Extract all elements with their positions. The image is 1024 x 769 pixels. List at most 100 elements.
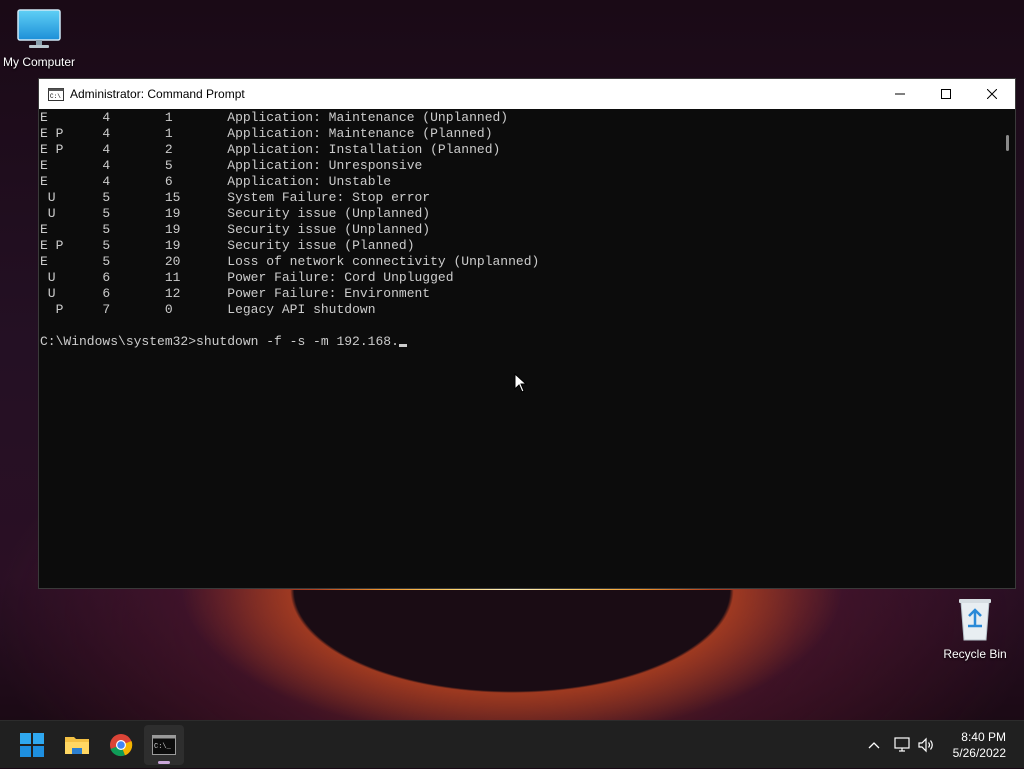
reason-minor: 1 (164, 110, 228, 125)
close-icon (987, 89, 997, 99)
reason-major: 4 (102, 110, 165, 125)
minimize-button[interactable] (877, 79, 923, 109)
command-prompt-taskbar-button[interactable]: C:\_ (144, 725, 184, 765)
reason-minor: 6 (164, 174, 228, 189)
command-prompt-window[interactable]: C:\ Administrator: Command Prompt E 4 1 … (38, 78, 1016, 589)
console-line: E P 4 2 Application: Installation (Plann… (40, 142, 999, 158)
network-icon (894, 737, 910, 752)
reason-title: Application: Maintenance (Planned) (227, 126, 493, 141)
reason-major: 6 (102, 270, 165, 285)
console-line: E 4 6 Application: Unstable (40, 174, 999, 190)
reason-flags: E P (40, 142, 103, 157)
console-line: U 6 11 Power Failure: Cord Unplugged (40, 270, 999, 286)
reason-title: Legacy API shutdown (227, 302, 376, 317)
volume-button[interactable] (914, 721, 938, 769)
console-line: U 6 12 Power Failure: Environment (40, 286, 999, 302)
reason-major: 4 (102, 126, 165, 141)
reason-major: 4 (102, 158, 165, 173)
folder-icon (65, 737, 89, 754)
reason-title: Power Failure: Cord Unplugged (227, 270, 454, 285)
command-input[interactable]: shutdown -f -s -m 192.168. (196, 334, 399, 349)
volume-icon (918, 737, 933, 753)
reason-flags: E P (40, 238, 103, 253)
reason-minor: 19 (164, 222, 228, 237)
recycle-bin-label: Recycle Bin (943, 647, 1007, 661)
reason-major: 4 (102, 174, 165, 189)
svg-text:C:\_: C:\_ (154, 743, 172, 751)
reason-flags: E (40, 174, 103, 189)
chrome-button[interactable] (101, 725, 141, 765)
clock-time: 8:40 PM (961, 730, 1006, 744)
vertical-scrollbar[interactable] (999, 109, 1015, 588)
clock-date: 5/26/2022 (952, 746, 1006, 760)
console-line: E 5 20 Loss of network connectivity (Unp… (40, 254, 999, 270)
start-button[interactable] (12, 725, 52, 765)
reason-flags: E (40, 222, 103, 237)
reason-major: 5 (102, 238, 165, 253)
chrome-icon (110, 734, 133, 757)
monitor-icon (17, 9, 61, 48)
console-output[interactable]: E 4 1 Application: Maintenance (Unplanne… (39, 109, 999, 588)
windows-start-icon (20, 733, 44, 757)
reason-title: Security issue (Unplanned) (227, 206, 431, 221)
console-line: U 5 19 Security issue (Unplanned) (40, 206, 999, 222)
my-computer-shortcut[interactable]: My Computer (0, 8, 79, 69)
svg-text:C:\: C:\ (50, 93, 61, 100)
show-hidden-icons-button[interactable] (862, 721, 886, 769)
reason-major: 6 (102, 286, 165, 301)
reason-flags: E (40, 110, 103, 125)
reason-minor: 1 (164, 126, 228, 141)
reason-minor: 15 (164, 190, 228, 205)
prompt-path: C:\Windows\system32> (40, 334, 197, 349)
recycle-bin-icon (959, 599, 991, 641)
reason-flags: U (40, 206, 103, 221)
reason-minor: 0 (164, 302, 228, 317)
reason-minor: 20 (164, 254, 228, 269)
active-app-indicator (158, 761, 170, 764)
reason-minor: 19 (164, 206, 228, 221)
reason-flags: E P (40, 126, 103, 141)
reason-title: Application: Installation (Planned) (227, 142, 501, 157)
reason-major: 5 (102, 190, 165, 205)
reason-title: System Failure: Stop error (227, 190, 431, 205)
reason-minor: 11 (164, 270, 228, 285)
command-prompt-icon: C:\_ (152, 735, 176, 755)
mouse-pointer-icon (514, 373, 528, 393)
system-clock[interactable]: 8:40 PM 5/26/2022 (953, 729, 1006, 761)
console-line: E P 5 19 Security issue (Planned) (40, 238, 999, 254)
reason-minor: 12 (164, 286, 228, 301)
reason-minor: 2 (164, 142, 228, 157)
command-line[interactable]: C:\Windows\system32>shutdown -f -s -m 19… (40, 334, 999, 350)
file-explorer-button[interactable] (57, 725, 97, 765)
reason-title: Application: Unresponsive (227, 158, 423, 173)
scrollbar-thumb[interactable] (1006, 135, 1009, 151)
reason-title: Power Failure: Environment (227, 286, 431, 301)
recycle-bin-shortcut[interactable]: Recycle Bin (935, 596, 1015, 661)
reason-major: 4 (102, 142, 165, 157)
reason-title: Loss of network connectivity (Unplanned) (227, 254, 540, 269)
maximize-button[interactable] (923, 79, 969, 109)
reason-title: Application: Unstable (227, 174, 392, 189)
console-line: E 4 1 Application: Maintenance (Unplanne… (40, 110, 999, 126)
reason-flags: E (40, 254, 103, 269)
reason-major: 5 (102, 206, 165, 221)
wallpaper-glow (232, 590, 792, 720)
console-line: U 5 15 System Failure: Stop error (40, 190, 999, 206)
reason-major: 7 (102, 302, 165, 317)
network-button[interactable] (890, 721, 914, 769)
console-line: E 4 5 Application: Unresponsive (40, 158, 999, 174)
reason-major: 5 (102, 254, 165, 269)
console-line: E P 4 1 Application: Maintenance (Planne… (40, 126, 999, 142)
title-bar[interactable]: C:\ Administrator: Command Prompt (39, 79, 1015, 109)
command-prompt-icon: C:\ (48, 87, 64, 101)
console-line: P 7 0 Legacy API shutdown (40, 302, 999, 318)
my-computer-label: My Computer (2, 55, 76, 69)
maximize-icon (941, 89, 951, 99)
reason-title: Application: Maintenance (Unplanned) (227, 110, 509, 125)
reason-minor: 19 (164, 238, 228, 253)
reason-minor: 5 (164, 158, 228, 173)
close-button[interactable] (969, 79, 1015, 109)
reason-major: 5 (102, 222, 165, 237)
reason-flags: U (40, 270, 103, 285)
